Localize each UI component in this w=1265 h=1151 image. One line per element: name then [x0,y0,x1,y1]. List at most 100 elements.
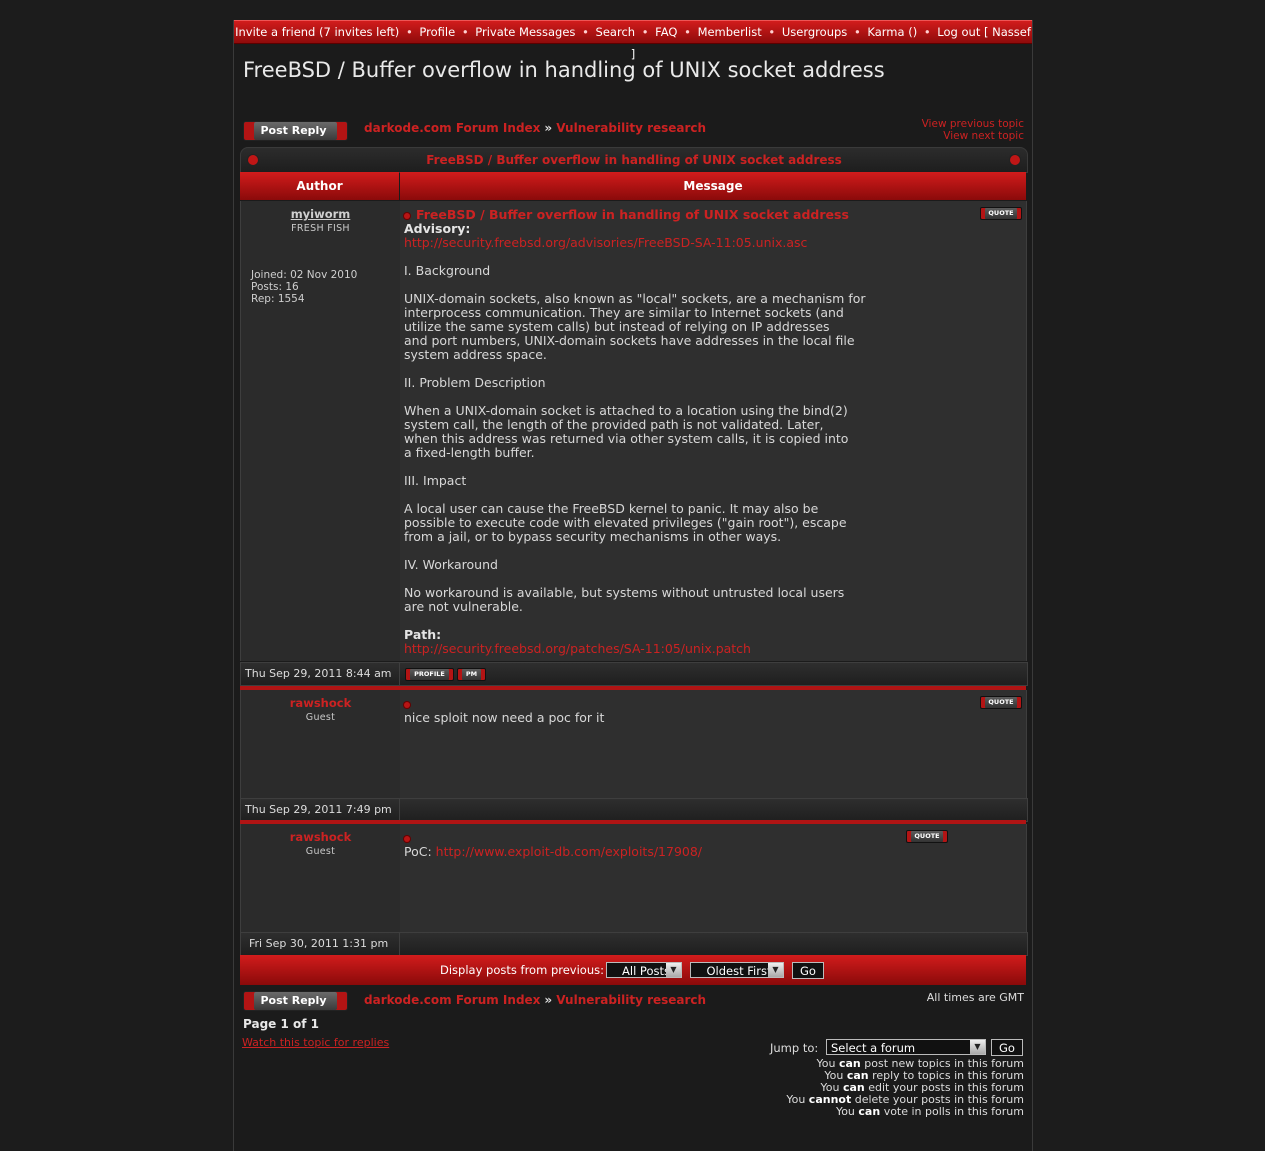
posts-range-select[interactable]: All Posts ▼ [606,962,682,978]
body-line: UNIX-domain sockets, also known as "loca… [404,291,866,306]
top-navbar: Invite a friend (7 invites left) • Profi… [234,20,1032,61]
section-heading: III. Impact [404,473,467,488]
display-go-button[interactable]: Go [792,962,824,979]
section-heading: II. Problem Description [404,375,546,390]
post-title [404,696,1026,711]
body-line: system address space. [404,347,547,362]
post-bullet-icon [404,701,410,708]
page-container: Invite a friend (7 invites left) • Profi… [233,20,1033,1151]
body-line: utilize the same system calls) but inste… [404,319,830,334]
topic-title-link[interactable]: FreeBSD / Buffer overflow in handling of… [426,153,842,167]
nav-usergroups-link[interactable]: Usergroups [782,25,847,39]
forum-permissions: You can post new topics in this forum Yo… [786,1058,1024,1118]
quote-button[interactable]: QUOTE [980,207,1022,220]
breadcrumb-forum-index[interactable]: darkode.com Forum Index [364,121,540,135]
nav-separator: • [768,25,776,39]
breadcrumb-forum[interactable]: Vulnerability research [556,121,706,135]
body-line: system call, the length of the provided … [404,417,824,432]
advisory-link[interactable]: http://security.freebsd.org/advisories/F… [404,235,807,250]
nav-separator: • [641,25,649,39]
prev-topic-link[interactable]: View previous topic [922,118,1024,130]
post-author-stats: Joined: 02 Nov 2010 Posts: 16 Rep: 1554 [251,269,400,305]
post-title: FreeBSD / Buffer overflow in handling of… [404,207,1026,222]
body-line: from a jail, or to bypass security mecha… [404,529,782,544]
nav-karma-link[interactable]: Karma () [867,25,917,39]
jump-label: Jump to: [770,1041,819,1055]
body-line: when this address was returned via other… [404,431,849,446]
nav-faq-link[interactable]: FAQ [655,25,677,39]
page-info: Page 1 of 1 [243,1017,319,1031]
post-title-text: FreeBSD / Buffer overflow in handling of… [416,207,849,222]
chevron-down-icon: ▼ [970,1040,985,1054]
post-footer: Thu Sep 29, 2011 8:44 am PROFILE PM [240,662,1028,686]
post-body: Advisory: http://security.freebsd.org/ad… [404,222,1026,656]
nav-separator: • [582,25,589,39]
chevron-down-icon: ▼ [768,963,783,977]
watch-topic-link[interactable]: Watch this topic for replies [242,1036,389,1049]
breadcrumb-forum[interactable]: Vulnerability research [556,993,706,1007]
post-body: PoC: http://www.exploit-db.com/exploits/… [404,845,1026,859]
post-author-name: rawshock [289,830,352,844]
message-column-header: Message [400,172,1026,200]
timezone-note: All times are GMT [926,991,1024,1004]
post-reply-button[interactable]: Post Reply [243,991,348,1011]
section-heading: I. Background [404,263,491,278]
section-heading: IV. Workaround [404,557,498,572]
jump-go-button[interactable]: Go [991,1039,1023,1056]
nav-invite-link[interactable]: Invite a friend (7 invites left) [235,25,399,39]
breadcrumb: darkode.com Forum Index » Vulnerability re… [364,121,706,135]
post-message-cell: QUOTE nice sploit now need a poc for it [400,690,1027,798]
page-title: FreeBSD / Buffer overflow in handling of… [243,58,885,82]
permission-line: You can vote in polls in this forum [835,1105,1024,1118]
red-dot-icon [1010,155,1020,165]
post-body: nice sploit now need a poc for it [404,710,605,725]
post-reply-label: Post Reply [260,994,327,1007]
nav-separator: • [405,25,413,39]
patch-link[interactable]: http://security.freebsd.org/patches/SA-1… [404,641,751,656]
nav-pm-link[interactable]: Private Messages [475,25,575,39]
author-joined: Joined: 02 Nov 2010 [251,269,358,281]
body-line: No workaround is available, but systems … [404,585,845,600]
nav-separator: • [461,25,469,39]
post-bullet-icon [404,835,410,842]
breadcrumb-forum-index[interactable]: darkode.com Forum Index [364,993,540,1007]
post-author-cell: myiworm FRESH FISH Joined: 02 Nov 2010 P… [240,201,401,661]
post-date: Thu Sep 29, 2011 8:44 am [245,663,400,685]
display-label: Display posts from previous: [440,963,604,977]
topic-navigation: View previous topic View next topic [922,118,1024,142]
post-reply-button[interactable]: Post Reply [243,121,348,141]
body-line: a fixed-length buffer. [404,445,535,460]
post-message-cell: FreeBSD / Buffer overflow in handling of… [400,201,1027,661]
author-column-header: Author [240,172,399,200]
breadcrumb-separator: » [544,993,553,1007]
post-author-cell: rawshock Guest [240,690,401,798]
body-line: When a UNIX-domain socket is attached to… [404,403,848,418]
post-author-rank: Guest [305,712,336,723]
quote-button[interactable]: QUOTE [980,696,1022,709]
red-dot-icon [248,155,258,165]
nav-profile-link[interactable]: Profile [419,25,455,39]
nav-separator: • [684,25,691,39]
breadcrumb-separator: » [544,121,553,135]
nav-search-link[interactable]: Search [596,25,636,39]
post-footer: Fri Sep 30, 2011 1:31 pm [240,932,1028,956]
body-line: possible to execute code with elevated p… [404,515,847,530]
post-author-name[interactable]: myiworm [241,207,400,221]
author-posts: Posts: 16 [251,281,299,293]
nav-memberlist-link[interactable]: Memberlist [698,25,762,39]
jump-forum-value: Select a forum [831,1041,916,1055]
sort-order-select[interactable]: Oldest First ▼ [690,962,784,978]
display-options-bar: Display posts from previous: All Posts ▼ … [240,955,1026,985]
posts-range-value: All Posts [622,964,670,978]
path-label: Path: [404,627,442,642]
quote-button[interactable]: QUOTE [906,830,948,843]
exploit-link[interactable]: http://www.exploit-db.com/exploits/17908… [436,844,702,859]
pm-button[interactable]: PM [457,668,486,681]
next-topic-link[interactable]: View next topic [922,130,1024,142]
jump-forum-select[interactable]: Select a forum ▼ [826,1039,986,1055]
post-author-rank: FRESH FISH [291,223,350,234]
post-date: Fri Sep 30, 2011 1:31 pm [249,933,400,955]
chevron-down-icon: ▼ [666,963,681,977]
profile-button[interactable]: PROFILE [405,668,454,681]
post-bullet-icon [404,212,410,219]
